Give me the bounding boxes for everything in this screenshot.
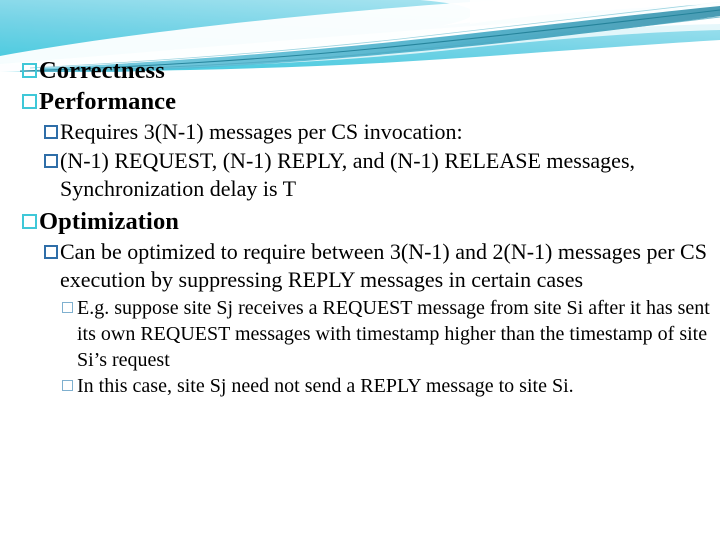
- list-item: Correctness: [0, 56, 720, 86]
- list-item-text: Can be optimized to require between 3(N-…: [60, 238, 707, 293]
- list-item-text: Performance: [39, 88, 177, 115]
- bullet-square-level2: [44, 153, 58, 168]
- slide-canvas: Correctness Performance Requires 3(N-1) …: [0, 0, 720, 540]
- list-item: Performance: [0, 87, 720, 117]
- bullet-square-level3: [62, 301, 73, 313]
- bullet-square-level3: [62, 379, 73, 391]
- list-item: Requires 3(N-1) messages per CS invocati…: [0, 118, 720, 147]
- list-item-text: In this case, site Sj need not send a RE…: [77, 374, 574, 397]
- list-item-text: Correctness: [39, 57, 165, 84]
- list-item: Optimization: [0, 207, 720, 237]
- list-item: (N-1) REQUEST, (N-1) REPLY, and (N-1) RE…: [0, 147, 720, 204]
- slide-body: Correctness Performance Requires 3(N-1) …: [0, 56, 720, 399]
- list-item-text: E.g. suppose site Sj receives a REQUEST …: [77, 296, 710, 371]
- bullet-square-level1: [22, 213, 37, 229]
- bullet-square-level1: [22, 94, 37, 109]
- bullet-square-level2: [44, 244, 58, 259]
- list-item: E.g. suppose site Sj receives a REQUEST …: [0, 295, 720, 373]
- list-item-text: Requires 3(N-1) messages per CS invocati…: [60, 119, 463, 144]
- bullet-square-level1: [22, 63, 37, 78]
- list-item: In this case, site Sj need not send a RE…: [0, 373, 720, 399]
- list-item-text: Optimization: [39, 207, 180, 235]
- list-item-text: (N-1) REQUEST, (N-1) REPLY, and (N-1) RE…: [60, 147, 636, 202]
- bullet-square-level2: [44, 125, 58, 139]
- list-item: Can be optimized to require between 3(N-…: [0, 238, 720, 295]
